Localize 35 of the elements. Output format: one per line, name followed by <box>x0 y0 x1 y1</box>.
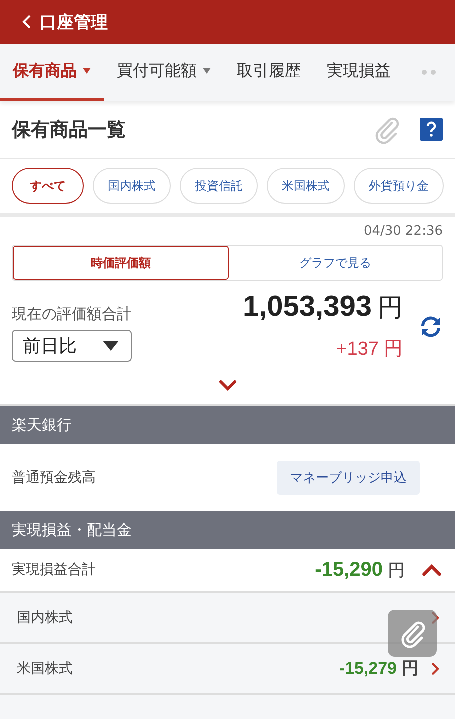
section-header: 楽天銀行 <box>0 406 455 444</box>
page-title: 保有商品一覧 <box>12 118 127 142</box>
filter-chip[interactable]: 米国株式 <box>267 168 345 204</box>
section-header: 実現損益・配当金 <box>0 511 455 549</box>
tab[interactable]: 保有商品 <box>0 44 104 101</box>
paperclip-icon <box>400 620 426 648</box>
tab[interactable]: 取引履歴 <box>224 44 314 101</box>
filter-chip[interactable]: 外貨預り金 <box>354 168 444 204</box>
total-label: 実現損益合計 <box>12 561 97 579</box>
view-toggle[interactable]: グラフで見る <box>228 246 442 280</box>
category-value: -15,279 円 <box>339 658 419 680</box>
paperclip-icon[interactable] <box>374 116 400 144</box>
back-icon[interactable] <box>22 14 32 30</box>
compare-dropdown[interactable]: 前日比 <box>12 330 132 362</box>
screen-title: 口座管理 <box>40 12 108 34</box>
view-toggle[interactable]: 時価評価額 <box>13 246 228 280</box>
change-value: +137 円 <box>335 338 403 362</box>
caret-icon <box>103 341 119 351</box>
help-icon[interactable] <box>420 118 443 141</box>
money-bridge-button[interactable]: マネーブリッジ申込 <box>277 460 420 494</box>
category-label: 国内株式 <box>17 608 74 626</box>
total-value: 1,053,393 円 <box>242 291 403 324</box>
tab[interactable]: 買付可能額 <box>104 44 224 101</box>
total-label: 現在の評価額合計 <box>12 305 133 324</box>
filter-chip[interactable]: すべて <box>12 168 84 204</box>
balance-label: 普通預金残高 <box>12 468 96 486</box>
caret-icon <box>203 68 211 74</box>
tab[interactable]: 実現損益 <box>314 44 404 101</box>
filter-chip[interactable]: 国内株式 <box>93 168 171 204</box>
total-value: -15,290 円 <box>315 558 405 582</box>
filter-chip[interactable]: 投資信託 <box>180 168 258 204</box>
timestamp: 04/30 22:36 <box>364 224 443 239</box>
caret-icon <box>83 68 91 74</box>
refresh-icon[interactable] <box>419 314 443 338</box>
category-label: 米国株式 <box>17 660 74 678</box>
